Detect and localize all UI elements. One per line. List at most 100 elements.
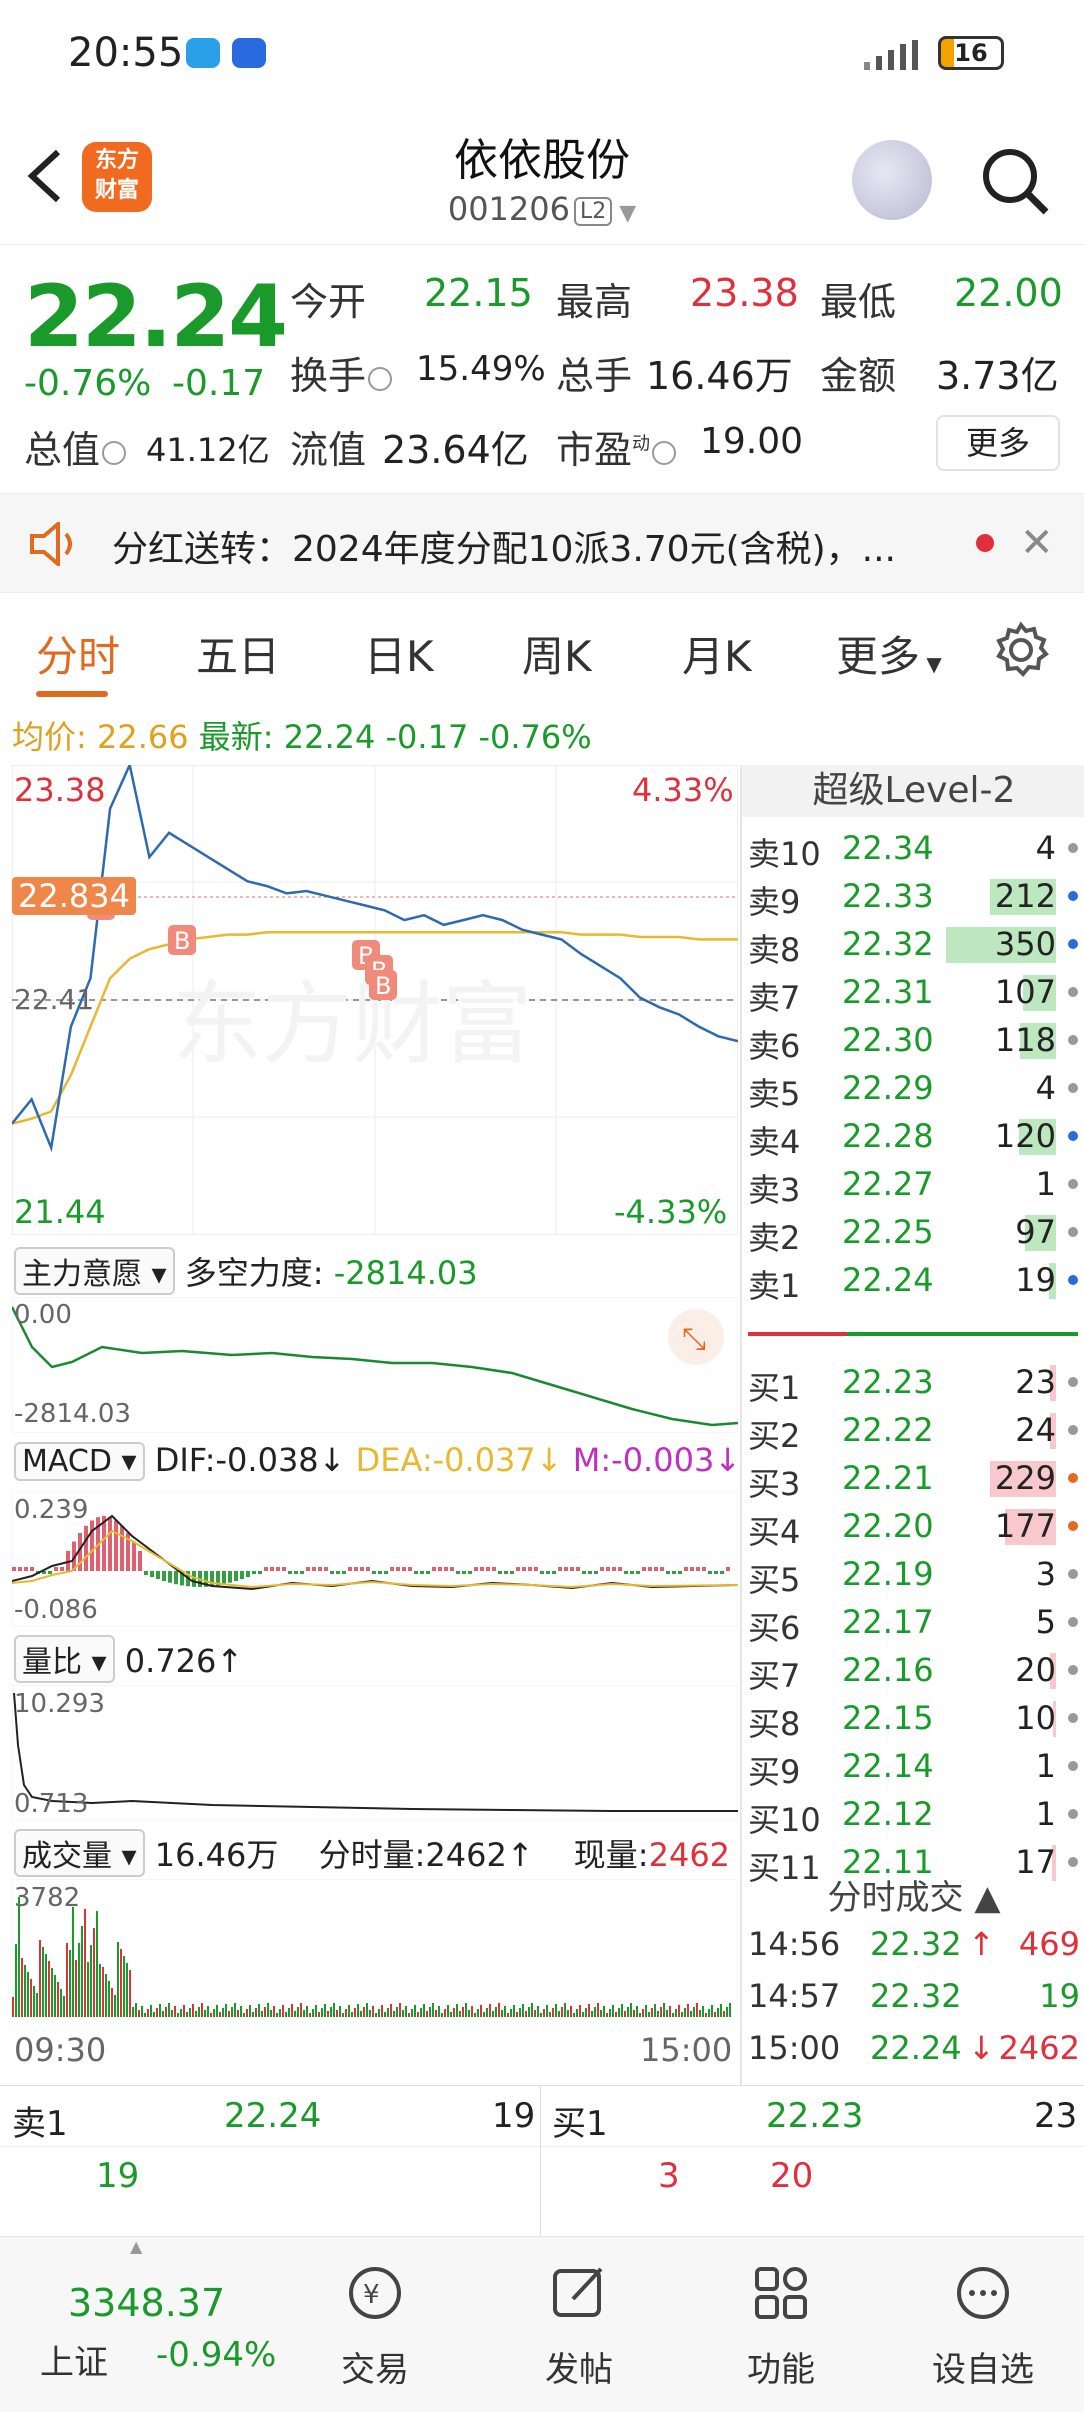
ask-row[interactable]: 卖3 22.27 1 xyxy=(742,1159,1084,1209)
macd-bar xyxy=(354,1567,358,1571)
bid-row[interactable]: 买3 22.21 229 xyxy=(742,1453,1084,1503)
bid-row[interactable]: 买8 22.15 10 xyxy=(742,1693,1084,1743)
bid-row[interactable]: 买5 22.19 3 xyxy=(742,1549,1084,1599)
tab-more[interactable]: 更多 ▼ xyxy=(836,623,942,684)
volume-bar xyxy=(288,2008,290,2017)
volume-ratio-chart[interactable] xyxy=(12,1685,738,1821)
info-icon xyxy=(368,366,393,391)
level-qty: 24 xyxy=(1015,1411,1056,1449)
volume-bar xyxy=(597,2003,599,2017)
volume-chart[interactable] xyxy=(12,1879,738,2017)
volume-bar xyxy=(72,1907,74,2017)
tab-five-day[interactable]: 五日 xyxy=(196,623,280,684)
level2-panel[interactable]: 超级Level-2 卖10 22.34 4 卖9 22.33 212 卖8 22.32 350 卖… xyxy=(740,765,1084,2085)
ask-row[interactable]: 卖2 22.25 97 xyxy=(742,1207,1084,1257)
nav-trade[interactable]: ¥ 交易 xyxy=(310,2263,440,2391)
volume-bar xyxy=(729,2003,731,2017)
close-icon[interactable]: ✕ xyxy=(1020,520,1054,566)
intraday-price-chart[interactable]: 东方财富 BBBBB xyxy=(12,765,738,1235)
robot-assistant-icon[interactable] xyxy=(852,140,932,220)
macd-selector[interactable]: MACD ▾ xyxy=(14,1442,145,1481)
macd-bar xyxy=(114,1520,118,1571)
volume-bar xyxy=(621,2004,623,2017)
macd-bar xyxy=(516,1567,520,1571)
volume-bar xyxy=(15,1944,17,2017)
ask-row[interactable]: 卖7 22.31 107 xyxy=(742,967,1084,1017)
high-label: 最高 xyxy=(556,280,633,324)
level-label: 卖1 xyxy=(748,1267,801,1305)
tab-fenshi[interactable]: 分时 xyxy=(36,623,120,684)
volume-bar xyxy=(474,2013,476,2017)
ask-row[interactable]: 卖4 22.28 120 xyxy=(742,1111,1084,1161)
bid-row[interactable]: 买7 22.16 20 xyxy=(742,1645,1084,1695)
volume-bar xyxy=(561,2007,563,2017)
level-label: 买2 xyxy=(748,1417,801,1455)
ask-row[interactable]: 卖5 22.29 4 xyxy=(742,1063,1084,1113)
volume-bar xyxy=(258,2004,260,2017)
bid-row[interactable]: 买9 22.14 1 xyxy=(742,1741,1084,1791)
tab-weekly-k[interactable]: 周K xyxy=(522,623,592,684)
ask-row[interactable]: 卖9 22.33 212 xyxy=(742,871,1084,921)
macd-bar xyxy=(12,1567,16,1571)
volume-bar xyxy=(246,2009,248,2017)
indicator1-selector[interactable]: 主力意愿 ▾ xyxy=(14,1247,175,1295)
volume-bar xyxy=(417,2012,419,2017)
level-label: 卖2 xyxy=(748,1219,801,1257)
news-banner[interactable]: 分红送转：2024年度分配10派3.70元(含税)，... ✕ xyxy=(0,493,1084,593)
open-label: 今开 xyxy=(290,280,367,324)
macd-bar xyxy=(654,1567,658,1571)
indicator1-top: 0.00 xyxy=(14,1300,72,1330)
volume-bar xyxy=(540,2013,542,2017)
nav-functions[interactable]: 功能 xyxy=(716,2263,846,2391)
nav-watchlist[interactable]: 设自选 xyxy=(918,2263,1048,2391)
volume-bar xyxy=(456,2004,458,2017)
chart-area[interactable]: 东方财富 BBBBB 23.38 4.33% 22.834 22.41 21.4… xyxy=(0,765,741,2085)
turnover-label: 换手 xyxy=(290,345,394,400)
trades-title[interactable]: 分时成交 ▲ xyxy=(742,1870,1084,1919)
ask-row[interactable]: 卖8 22.32 350 xyxy=(742,919,1084,969)
bid-row[interactable]: 买10 22.12 1 xyxy=(742,1789,1084,1839)
macd-chart[interactable] xyxy=(12,1491,738,1627)
volume-selector[interactable]: 成交量 ▾ xyxy=(14,1829,145,1877)
settings-gear-icon[interactable] xyxy=(992,621,1050,679)
nav-post[interactable]: 发帖 xyxy=(514,2263,644,2391)
change-amount: -0.17 xyxy=(172,363,266,404)
bid-row[interactable]: 买2 22.22 24 xyxy=(742,1405,1084,1455)
macd-bar xyxy=(138,1550,142,1571)
ask-row[interactable]: 卖1 22.24 19 xyxy=(742,1255,1084,1305)
ask-row[interactable]: 卖6 22.30 118 xyxy=(742,1015,1084,1065)
search-icon[interactable] xyxy=(980,146,1050,216)
macd-bar xyxy=(468,1571,472,1574)
macd-bar xyxy=(684,1567,688,1571)
volume-bar xyxy=(318,2012,320,2017)
volume-bar xyxy=(582,2012,584,2017)
macd-bar xyxy=(318,1567,322,1571)
volume-bar xyxy=(537,2006,539,2017)
volume-ratio-selector[interactable]: 量比 ▾ xyxy=(14,1635,115,1683)
indicator-dot xyxy=(1068,1569,1078,1579)
volume-bar xyxy=(564,2003,566,2017)
turnover-value: 15.49% xyxy=(416,349,546,389)
volume-bar xyxy=(450,2012,452,2017)
volume-bar xyxy=(516,2012,518,2017)
bid-row[interactable]: 买4 22.20 177 xyxy=(742,1501,1084,1551)
bid-row[interactable]: 买1 22.23 23 xyxy=(742,1357,1084,1407)
index-value[interactable]: 3348.37 xyxy=(68,2281,225,2325)
strip-ask-price: 22.24 xyxy=(224,2096,322,2136)
tab-daily-k[interactable]: 日K xyxy=(364,623,434,684)
level-label: 卖5 xyxy=(748,1075,801,1113)
bid-row[interactable]: 买6 22.17 5 xyxy=(742,1597,1084,1647)
volume-bar xyxy=(21,1958,23,2017)
buy-marker-label: B xyxy=(375,972,391,1000)
indicator-dot xyxy=(1068,1035,1078,1045)
volume-bar xyxy=(420,2008,422,2017)
tab-monthly-k[interactable]: 月K xyxy=(682,623,752,684)
level-price: 22.16 xyxy=(842,1651,934,1689)
more-button[interactable]: 更多 xyxy=(936,415,1060,471)
volume-bar xyxy=(438,2006,440,2017)
ask-row[interactable]: 卖10 22.34 4 xyxy=(742,823,1084,873)
index-name[interactable]: 上证 xyxy=(40,2335,108,2384)
level-qty: 1 xyxy=(1035,1795,1056,1833)
macd-bar xyxy=(678,1571,682,1574)
level2-title[interactable]: 超级Level-2 xyxy=(742,765,1084,817)
